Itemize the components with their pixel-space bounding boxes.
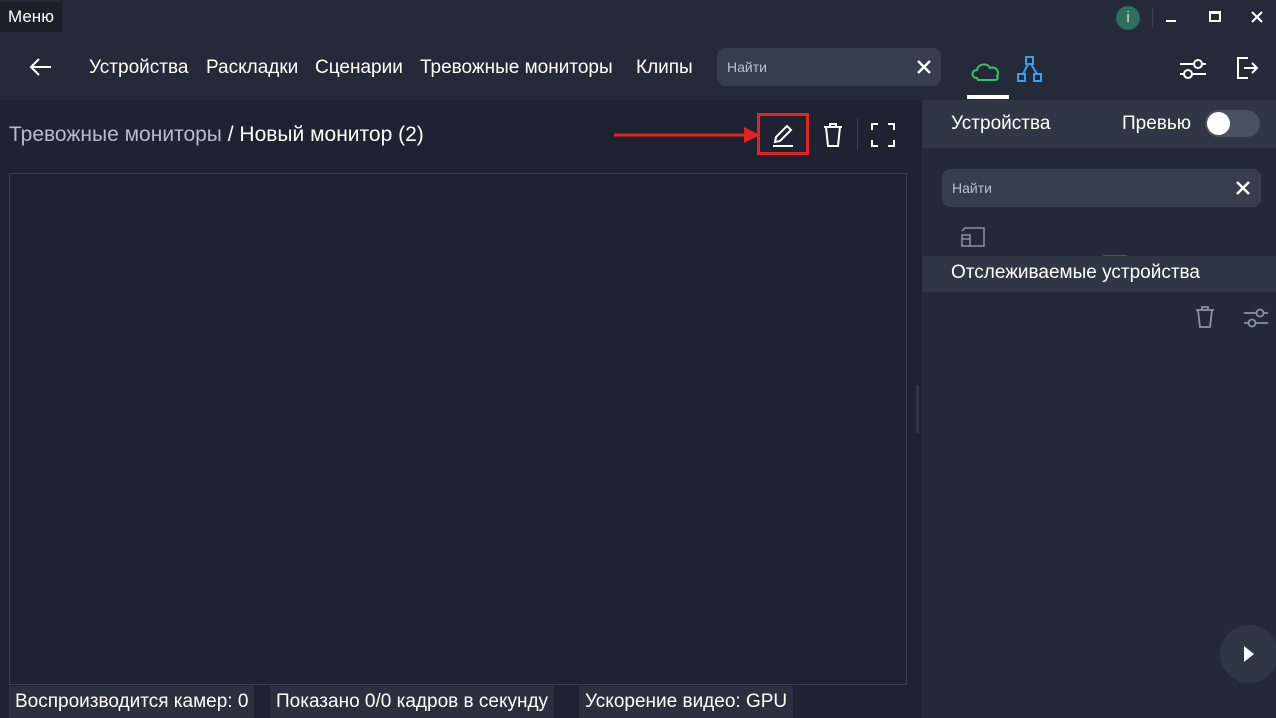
nav-search-input[interactable]: Найти <box>717 48 941 86</box>
devices-panel: Устройства Превью Найти Отслеживаемые ус… <box>922 100 1276 718</box>
tab-scenarios[interactable]: Сценарии <box>315 56 403 80</box>
device-group-icon[interactable] <box>959 225 987 249</box>
preview-label: Превью <box>1122 113 1192 134</box>
breadcrumb: Тревожные мониторы / Новый монитор (2) <box>9 122 424 148</box>
network-nodes-icon[interactable] <box>1014 54 1046 84</box>
filter-sliders-icon[interactable] <box>1243 307 1269 329</box>
play-arrow-icon <box>1244 646 1254 662</box>
title-bar-divider <box>1152 8 1153 28</box>
tab-devices[interactable]: Устройства <box>89 56 188 80</box>
breadcrumb-parent-link[interactable]: Тревожные мониторы <box>9 123 222 146</box>
maximize-icon[interactable] <box>1204 6 1226 28</box>
edit-pencil-icon[interactable] <box>770 122 796 148</box>
status-frames-shown: Показано 0/0 кадров в секунду <box>270 686 555 718</box>
devices-panel-title: Устройства <box>951 113 1051 134</box>
back-arrow-icon[interactable] <box>28 56 54 78</box>
delete-trash-icon[interactable] <box>822 122 844 148</box>
clear-devices-search-icon[interactable] <box>1234 179 1252 197</box>
minimize-icon[interactable] <box>1160 6 1182 28</box>
logout-icon[interactable] <box>1234 54 1260 82</box>
title-bar: Меню i <box>0 0 1276 34</box>
fullscreen-icon[interactable] <box>870 122 896 148</box>
remove-tracked-trash-icon[interactable] <box>1195 305 1215 329</box>
page-title: Новый монитор (2) <box>239 123 424 146</box>
clear-search-icon[interactable] <box>915 58 933 76</box>
toolbar-divider <box>857 118 858 150</box>
active-tab-underline <box>967 95 1009 99</box>
monitor-viewport[interactable] <box>9 173 907 685</box>
toggle-knob <box>1207 112 1230 135</box>
close-window-icon[interactable] <box>1246 6 1268 28</box>
top-navigation: Устройства Раскладки Сценарии Тревожные … <box>0 34 1276 100</box>
devices-search-input[interactable]: Найти <box>942 169 1261 207</box>
settings-sliders-icon[interactable] <box>1178 56 1208 82</box>
cloud-icon[interactable] <box>966 56 1008 96</box>
status-video-acceleration: Ускорение видео: GPU <box>579 686 794 718</box>
panel-resize-handle[interactable] <box>916 385 919 433</box>
app-window: Меню i Устройства Раскладки Сценарии Тре… <box>0 0 1276 718</box>
annotation-arrow <box>614 127 760 143</box>
devices-panel-header: Устройства Превью <box>923 100 1276 148</box>
tracked-devices-section[interactable]: Отслеживаемые устройства <box>923 256 1276 292</box>
status-cameras-playing: Воспроизводится камер: 0 <box>9 686 255 718</box>
expand-panel-button[interactable] <box>1220 625 1276 683</box>
devices-search-placeholder: Найти <box>952 180 992 196</box>
search-placeholder: Найти <box>727 59 767 75</box>
menu-button[interactable]: Меню <box>0 2 62 32</box>
tab-layouts[interactable]: Раскладки <box>206 56 298 80</box>
info-icon[interactable]: i <box>1116 6 1140 30</box>
tab-alarm-monitors[interactable]: Тревожные мониторы <box>420 56 613 80</box>
tracked-devices-label: Отслеживаемые устройства <box>951 262 1200 283</box>
breadcrumb-separator: / <box>221 123 240 146</box>
tab-clips[interactable]: Клипы <box>636 56 693 80</box>
preview-toggle[interactable] <box>1205 110 1260 137</box>
